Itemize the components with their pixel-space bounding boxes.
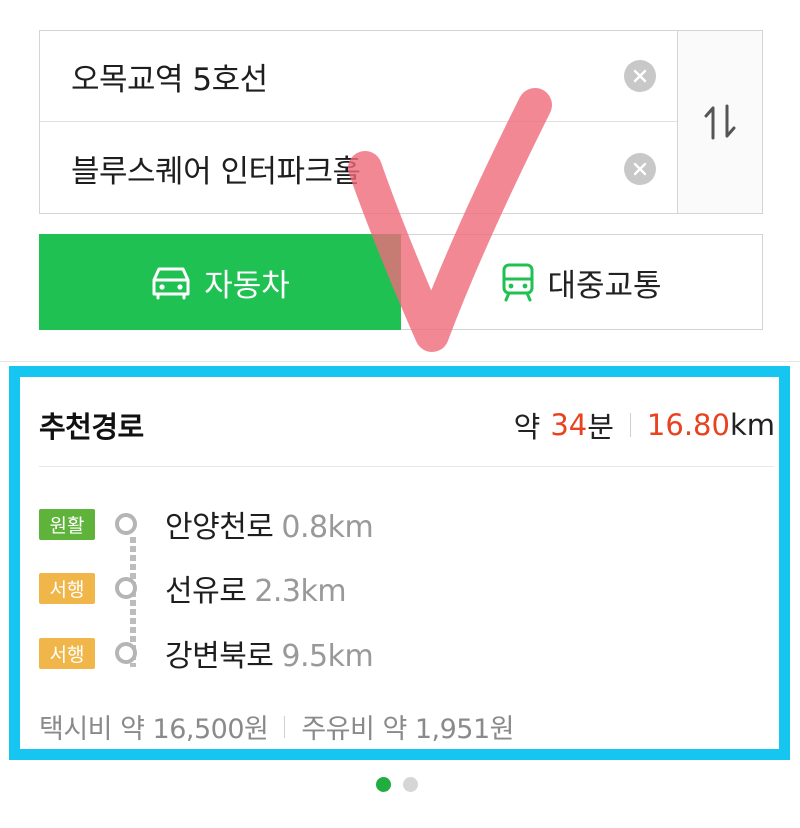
tab-transit[interactable]: 대중교통 (401, 234, 763, 330)
traffic-badge: 서행 (39, 637, 95, 669)
route-title: 추천경로 (39, 410, 144, 444)
step-road-name: 강변북로 (165, 639, 274, 674)
time-value: 34 (550, 408, 588, 442)
step-road: 안양천로 0.8km (165, 502, 374, 546)
step-road: 선유로 2.3km (165, 566, 347, 610)
summary-separator (629, 413, 631, 437)
route-step: 서행 선유로 2.3km (39, 568, 347, 609)
page-dot-active[interactable] (376, 777, 391, 792)
step-road-name: 안양천로 (165, 510, 274, 545)
section-divider (0, 361, 800, 362)
swap-arrows-icon (704, 104, 736, 140)
origin-text: 오목교역 5호선 (71, 61, 268, 98)
swap-button[interactable] (677, 31, 762, 213)
distance-unit: km (729, 408, 775, 442)
step-node-icon (115, 513, 137, 535)
taxi-fee: 택시비 약 16,500원 (39, 714, 269, 745)
origin-field[interactable]: 오목교역 5호선 (40, 31, 678, 122)
card-rule (39, 466, 774, 467)
step-distance: 0.8km (281, 510, 374, 545)
traffic-badge: 서행 (39, 572, 95, 604)
route-fees: 택시비 약 16,500원 주유비 약 1,951원 (39, 707, 515, 746)
step-road-name: 선유로 (165, 574, 247, 609)
step-distance: 9.5km (281, 639, 374, 674)
car-icon (152, 267, 190, 300)
clear-icon (633, 69, 647, 83)
tab-car[interactable]: 자동차 (39, 234, 401, 330)
fee-separator (284, 715, 286, 738)
step-node-icon (115, 577, 137, 599)
page-dot[interactable] (403, 777, 418, 792)
step-road: 강변북로 9.5km (165, 631, 374, 675)
fuel-fee: 주유비 약 1,951원 (301, 714, 515, 745)
page-indicator (376, 777, 418, 792)
route-search-box: 오목교역 5호선 블루스퀘어 인터파크홀 (39, 30, 763, 214)
destination-text: 블루스퀘어 인터파크홀 (71, 154, 361, 190)
time-prefix: 약 (513, 410, 541, 444)
time-unit: 분 (587, 410, 614, 444)
bus-icon (502, 263, 534, 302)
distance-value: 16.80 (646, 408, 730, 442)
traffic-badge: 원활 (39, 508, 95, 540)
destination-field[interactable]: 블루스퀘어 인터파크홀 (40, 123, 678, 214)
clear-icon (633, 162, 647, 175)
step-distance: 2.3km (254, 574, 347, 609)
route-summary: 약 34 분 16.80 km (514, 404, 775, 446)
recommended-route-card[interactable]: 추천경로 약 34 분 16.80 km 원활 안양천로 0.8km 서행 선유로… (9, 366, 790, 760)
step-node-icon (115, 642, 137, 664)
tab-transit-label: 대중교통 (547, 267, 662, 304)
tab-car-label: 자동차 (204, 267, 290, 304)
route-search-screen: 오목교역 5호선 블루스퀘어 인터파크홀 자동차 대중교통 추천경로 약 34 … (0, 0, 800, 828)
clear-destination-button[interactable] (624, 152, 656, 185)
clear-origin-button[interactable] (624, 60, 656, 92)
route-step: 서행 강변북로 9.5km (39, 633, 374, 674)
route-step: 원활 안양천로 0.8km (39, 504, 374, 545)
